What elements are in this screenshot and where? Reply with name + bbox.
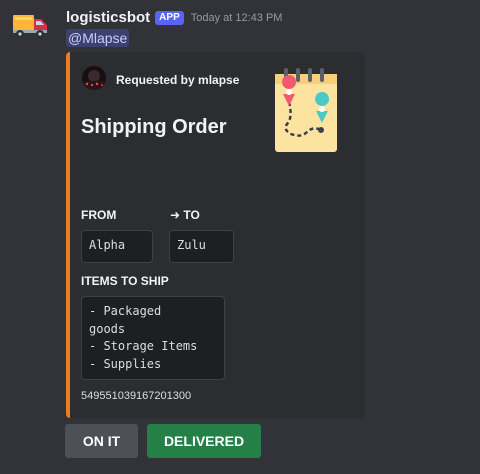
message-header: logisticsbot APP Today at 12:43 PM (66, 9, 282, 26)
app-badge: APP (155, 10, 184, 25)
field-to-label: ➜ TO (170, 208, 200, 222)
embed-footer: 549551039167201300 (81, 390, 192, 402)
embed-author: Requested by mlapse (116, 73, 240, 87)
delivered-button[interactable]: DELIVERED (147, 424, 261, 458)
bot-message: logisticsbot APP Today at 12:43 PM @Mlap… (0, 0, 480, 474)
shipping-order-embed: Requested by mlapse Shipping Order FROM (66, 52, 365, 418)
field-from-label: FROM (81, 208, 117, 222)
username[interactable]: logisticsbot (66, 9, 150, 26)
route-map-notebook-icon (275, 68, 339, 154)
delivery-truck-icon[interactable] (13, 11, 49, 39)
embed-title: Shipping Order (81, 116, 227, 138)
author-avatar (82, 66, 106, 90)
user-mention[interactable]: @Mlapse (66, 29, 130, 47)
timestamp[interactable]: Today at 12:43 PM (191, 12, 283, 24)
field-from-value: Alpha (81, 230, 153, 263)
on-it-button[interactable]: ON IT (65, 424, 138, 458)
field-items-value: - Packaged goods - Storage Items - Suppl… (81, 296, 225, 380)
field-items-label: ITEMS TO SHIP (81, 274, 169, 288)
field-to-value: Zulu (169, 230, 234, 263)
